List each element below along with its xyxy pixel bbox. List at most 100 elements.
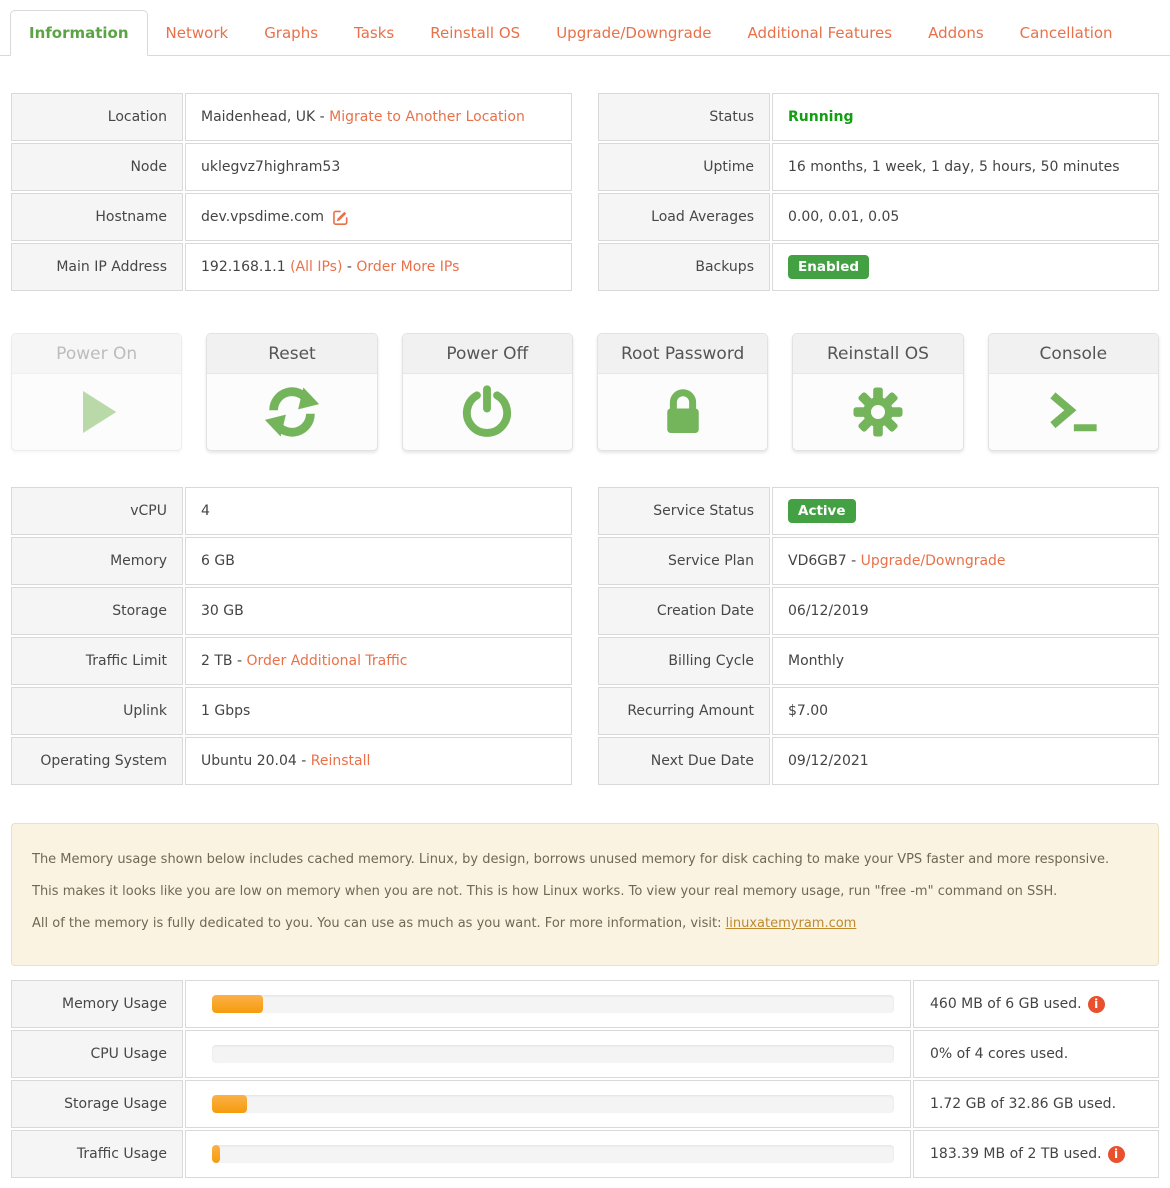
info-icon[interactable]: i xyxy=(1088,996,1105,1013)
spec-tables: vCPU 4 Memory 6 GB Storage 30 GB Traffic… xyxy=(11,487,1159,785)
root-password-button[interactable]: Root Password xyxy=(597,333,768,451)
table-row: Storage 30 GB xyxy=(11,587,572,635)
status-value: Running xyxy=(788,109,853,125)
table-row: Operating System Ubuntu 20.04 - Reinstal… xyxy=(11,737,572,785)
billing-table: Service Status Active Service Plan VD6GB… xyxy=(598,487,1159,785)
edit-icon[interactable] xyxy=(331,208,350,227)
row-label: Next Due Date xyxy=(598,737,770,785)
usage-row: Memory Usage460 MB of 6 GB used.i xyxy=(11,980,1159,1028)
action-label: Root Password xyxy=(598,334,767,374)
action-label: Power On xyxy=(12,334,181,374)
hostname-value: dev.vpsdime.com xyxy=(201,209,324,225)
row-label: Node xyxy=(11,143,183,191)
all-ips-link[interactable]: (All IPs) xyxy=(290,259,342,275)
table-row: Service Plan VD6GB7 - Upgrade/Downgrade xyxy=(598,537,1159,585)
row-label: Storage Usage xyxy=(11,1080,183,1128)
tab-graphs[interactable]: Graphs xyxy=(246,10,336,55)
notice-line: The Memory usage shown below includes ca… xyxy=(32,851,1138,869)
memory-usage-text: 460 MB of 6 GB used. xyxy=(930,996,1082,1012)
play-icon xyxy=(69,384,125,440)
table-row: vCPU 4 xyxy=(11,487,572,535)
tab-cancellation[interactable]: Cancellation xyxy=(1002,10,1131,55)
linuxatemyram-link[interactable]: linuxatemyram.com xyxy=(726,916,857,931)
notice-line: All of the memory is fully dedicated to … xyxy=(32,915,1138,933)
row-label: Memory xyxy=(11,537,183,585)
main-ip-value: 192.168.1.1 xyxy=(201,259,290,275)
row-label: vCPU xyxy=(11,487,183,535)
refresh-icon xyxy=(264,384,320,440)
terminal-icon xyxy=(1045,384,1101,440)
order-more-ips-link[interactable]: Order More IPs xyxy=(356,259,459,275)
row-label: Recurring Amount xyxy=(598,687,770,735)
next-due-date-value: 09/12/2021 xyxy=(772,737,1159,785)
row-label: Load Averages xyxy=(598,193,770,241)
row-label: Uplink xyxy=(11,687,183,735)
tab-additional-features[interactable]: Additional Features xyxy=(730,10,911,55)
action-label: Power Off xyxy=(403,334,572,374)
table-row: Hostname dev.vpsdime.com xyxy=(11,193,572,241)
cpu-usage-bar xyxy=(212,1045,894,1063)
storage-usage-bar xyxy=(212,1095,894,1113)
service-status-badge: Active xyxy=(788,499,856,523)
row-label: CPU Usage xyxy=(11,1030,183,1078)
recurring-amount-value: $7.00 xyxy=(772,687,1159,735)
uplink-value: 1 Gbps xyxy=(185,687,572,735)
tab-tasks[interactable]: Tasks xyxy=(336,10,412,55)
table-row: Next Due Date 09/12/2021 xyxy=(598,737,1159,785)
row-label: Main IP Address xyxy=(11,243,183,291)
service-plan-value: VD6GB7 - xyxy=(788,553,861,569)
migrate-location-link[interactable]: Migrate to Another Location xyxy=(329,109,525,125)
storage-value: 30 GB xyxy=(185,587,572,635)
action-label: Console xyxy=(989,334,1158,374)
info-icon[interactable]: i xyxy=(1108,1146,1125,1163)
usage-row: CPU Usage 0% of 4 cores used. xyxy=(11,1030,1159,1078)
separator: - xyxy=(342,259,356,275)
table-row: Main IP Address 192.168.1.1 (All IPs) - … xyxy=(11,243,572,291)
operating-system-value: Ubuntu 20.04 - xyxy=(201,753,311,769)
console-button[interactable]: Console xyxy=(988,333,1159,451)
tab-addons[interactable]: Addons xyxy=(910,10,1002,55)
reinstall-link[interactable]: Reinstall xyxy=(311,753,371,769)
tab-upgrade-downgrade[interactable]: Upgrade/Downgrade xyxy=(538,10,729,55)
table-row: Location Maidenhead, UK - Migrate to Ano… xyxy=(11,93,572,141)
power-on-button: Power On xyxy=(11,333,182,451)
memory-value: 6 GB xyxy=(185,537,572,585)
usage-row: Traffic Usage183.39 MB of 2 TB used.i xyxy=(11,1130,1159,1178)
cpu-usage-text: 0% of 4 cores used. xyxy=(930,1046,1068,1062)
backups-enabled-badge: Enabled xyxy=(788,255,869,279)
node-value: uklegvz7highram53 xyxy=(185,143,572,191)
storage-usage-text: 1.72 GB of 32.86 GB used. xyxy=(930,1096,1116,1112)
order-additional-traffic-link[interactable]: Order Additional Traffic xyxy=(246,653,407,669)
table-row: Recurring Amount $7.00 xyxy=(598,687,1159,735)
usage-row: Storage Usage 1.72 GB of 32.86 GB used. xyxy=(11,1080,1159,1128)
notice-line-text: All of the memory is fully dedicated to … xyxy=(32,916,726,931)
table-row: Creation Date 06/12/2019 xyxy=(598,587,1159,635)
load-averages-value: 0.00, 0.01, 0.05 xyxy=(772,193,1159,241)
table-row: Backups Enabled xyxy=(598,243,1159,291)
table-row: Uptime 16 months, 1 week, 1 day, 5 hours… xyxy=(598,143,1159,191)
upgrade-downgrade-link[interactable]: Upgrade/Downgrade xyxy=(861,553,1006,569)
gear-icon xyxy=(850,384,906,440)
reset-button[interactable]: Reset xyxy=(206,333,377,451)
tab-bar: InformationNetworkGraphsTasksReinstall O… xyxy=(0,0,1170,56)
status-table: Status Running Uptime 16 months, 1 week,… xyxy=(598,93,1159,291)
row-label: Operating System xyxy=(11,737,183,785)
lock-icon xyxy=(655,384,711,440)
tab-network[interactable]: Network xyxy=(148,10,247,55)
table-row: Billing Cycle Monthly xyxy=(598,637,1159,685)
action-buttons: Power On Reset Power Off Root Password Reins… xyxy=(11,333,1159,451)
tab-reinstall-os[interactable]: Reinstall OS xyxy=(412,10,538,55)
power-off-button[interactable]: Power Off xyxy=(402,333,573,451)
tab-information[interactable]: Information xyxy=(10,10,148,56)
row-label: Storage xyxy=(11,587,183,635)
row-label: Traffic Limit xyxy=(11,637,183,685)
power-icon xyxy=(459,384,515,440)
table-row: Node uklegvz7highram53 xyxy=(11,143,572,191)
row-label: Backups xyxy=(598,243,770,291)
table-row: Service Status Active xyxy=(598,487,1159,535)
table-row: Load Averages 0.00, 0.01, 0.05 xyxy=(598,193,1159,241)
traffic-limit-value: 2 TB - xyxy=(201,653,246,669)
row-label: Location xyxy=(11,93,183,141)
reinstall-os-button[interactable]: Reinstall OS xyxy=(792,333,963,451)
memory-usage-notice: The Memory usage shown below includes ca… xyxy=(11,823,1159,966)
